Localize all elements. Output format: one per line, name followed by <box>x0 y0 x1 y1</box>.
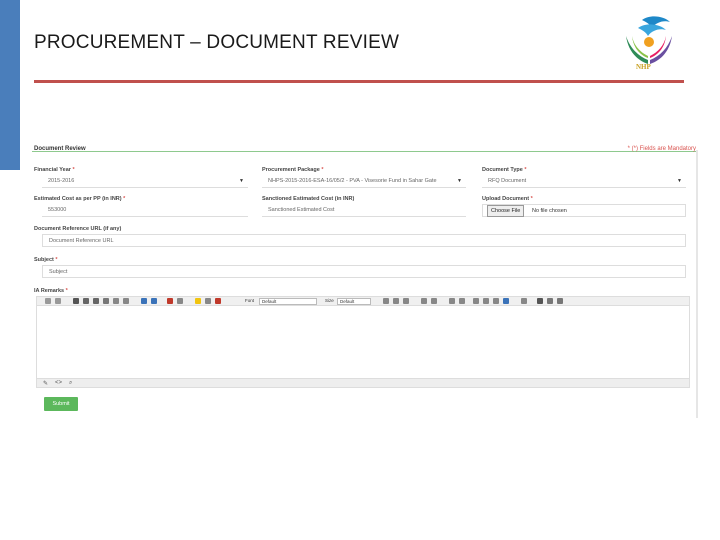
highlight-icon[interactable] <box>195 298 201 304</box>
font-select[interactable]: Default <box>259 298 317 305</box>
text-color-icon[interactable] <box>167 298 173 304</box>
subscript-icon[interactable] <box>113 298 119 304</box>
superscript-icon[interactable] <box>123 298 129 304</box>
strikethrough-icon[interactable] <box>103 298 109 304</box>
estimated-cost-label: Estimated Cost as per PP (in INR) * <box>34 196 126 202</box>
document-review-form: Document Review * (*) Fields are Mandato… <box>32 138 698 418</box>
document-type-select[interactable]: RFQ Document ▼ <box>482 175 686 188</box>
form-header: Document Review * (*) Fields are Mandato… <box>32 138 698 152</box>
size-select[interactable]: Default <box>337 298 371 305</box>
image-icon[interactable] <box>557 298 563 304</box>
html-mode-icon[interactable]: <> <box>55 380 62 386</box>
underline-icon[interactable] <box>93 298 99 304</box>
choose-file-button[interactable]: Choose File <box>487 205 525 217</box>
remarks-label: IA Remarks * <box>34 288 68 294</box>
sanctioned-cost-label: Sanctioned Estimated Cost (in INR) <box>262 196 355 202</box>
estimated-cost-input[interactable]: 553000 <box>42 204 248 217</box>
title-underline <box>34 80 684 83</box>
financial-year-select[interactable]: 2015-2016 ▼ <box>42 175 248 188</box>
chevron-down-icon: ▼ <box>457 178 462 184</box>
procurement-package-label: Procurement Package * <box>262 167 324 173</box>
slide-accent-bar <box>0 0 20 170</box>
submit-button[interactable]: Submit <box>44 397 78 411</box>
dropdown-icon[interactable] <box>205 298 211 304</box>
copy-icon[interactable] <box>393 298 399 304</box>
ltr-icon[interactable] <box>141 298 147 304</box>
size-label: Size <box>325 298 334 303</box>
editor-status-bar: ✎ <> ⌕ <box>36 378 690 388</box>
rtl-icon[interactable] <box>151 298 157 304</box>
align-center-icon[interactable] <box>483 298 489 304</box>
blockquote-icon[interactable] <box>521 298 527 304</box>
bullet-list-icon[interactable] <box>449 298 455 304</box>
numbered-list-icon[interactable] <box>459 298 465 304</box>
cut-icon[interactable] <box>383 298 389 304</box>
indent-icon[interactable] <box>421 298 427 304</box>
sanctioned-cost-input[interactable]: Sanctioned Estimated Cost <box>262 204 466 217</box>
document-type-label: Document Type * <box>482 167 527 173</box>
procurement-package-select[interactable]: NHPS-2015-2016-ESA-16/05/2 - PVA - Vises… <box>262 175 466 188</box>
slide-title: PROCUREMENT – DOCUMENT REVIEW <box>34 32 400 53</box>
chevron-down-icon: ▼ <box>239 178 244 184</box>
font-label: Font <box>245 298 255 303</box>
subject-input[interactable]: Subject <box>42 265 686 278</box>
financial-year-label: Financial Year * <box>34 167 75 173</box>
design-mode-icon[interactable]: ✎ <box>43 380 48 387</box>
table-icon[interactable] <box>547 298 553 304</box>
document-url-input[interactable]: Document Reference URL <box>42 234 686 247</box>
undo-icon[interactable] <box>45 298 51 304</box>
subject-label: Subject * <box>34 257 58 263</box>
scrollbar[interactable] <box>696 150 698 418</box>
remove-format-icon[interactable] <box>215 298 221 304</box>
redo-icon[interactable] <box>55 298 61 304</box>
mandatory-note: * (*) Fields are Mandatory <box>627 146 696 152</box>
editor-toolbar: Font Default Size Default <box>36 296 690 306</box>
preview-icon[interactable]: ⌕ <box>69 380 72 387</box>
clear-format-icon[interactable] <box>177 298 183 304</box>
form-title: Document Review <box>34 146 86 152</box>
horizontal-rule-icon[interactable] <box>537 298 543 304</box>
align-justify-icon[interactable] <box>503 298 509 304</box>
chevron-down-icon: ▼ <box>677 178 682 184</box>
document-url-label: Document Reference URL (if any) <box>34 226 122 232</box>
italic-icon[interactable] <box>83 298 89 304</box>
logo-text: NHP <box>636 63 651 71</box>
upload-document-label: Upload Document * <box>482 196 533 202</box>
bold-icon[interactable] <box>73 298 79 304</box>
paste-icon[interactable] <box>403 298 409 304</box>
file-status: No file chosen <box>532 208 567 214</box>
align-right-icon[interactable] <box>493 298 499 304</box>
remarks-editor[interactable] <box>36 306 690 378</box>
align-left-icon[interactable] <box>473 298 479 304</box>
outdent-icon[interactable] <box>431 298 437 304</box>
